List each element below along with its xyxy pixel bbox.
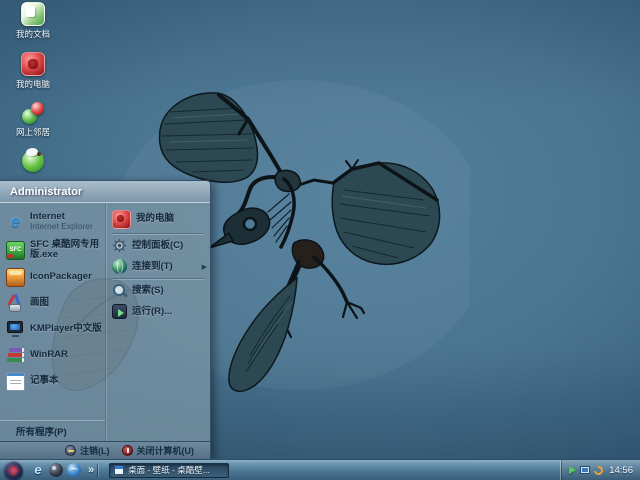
desktop-icon-column: 我的文档 我的电脑 网上邻居: [4, 2, 62, 175]
paint-icon: [6, 294, 25, 313]
window-icon: [114, 465, 124, 475]
iconpackager-icon: [6, 268, 25, 287]
menu-item-label: Internet: [30, 212, 93, 222]
menu-item-internet[interactable]: e Internet Internet Explorer: [0, 206, 105, 236]
taskbar-window-title: 桌面 - 壁纸 - 桌酷壁...: [128, 464, 210, 476]
desktop-icon-my-documents[interactable]: 我的文档: [4, 2, 62, 39]
taskbar-clock[interactable]: 14:56: [609, 465, 633, 476]
menu-item-label: IconPackager: [30, 272, 92, 282]
start-menu-footer: 注销(L) 关闭计算机(U): [0, 441, 210, 459]
menu-item-control-panel[interactable]: 控制面板(C): [106, 235, 210, 256]
menu-item-sublabel: Internet Explorer: [30, 222, 93, 231]
quick-launch-browser-icon[interactable]: [67, 463, 81, 477]
quick-launch-bar: e »: [31, 463, 94, 477]
menu-item-label: WinRAR: [30, 350, 68, 360]
taskbar-window-button[interactable]: 桌面 - 壁纸 - 桌酷壁...: [109, 463, 229, 478]
network-places-icon: [22, 102, 44, 124]
quick-launch-internet-explorer-icon[interactable]: e: [31, 463, 45, 477]
internet-explorer-icon: e: [6, 212, 25, 231]
shut-down-label: 关闭计算机(U): [137, 444, 195, 457]
menu-item-winrar[interactable]: WinRAR: [0, 342, 105, 368]
taskbar: e » 桌面 - 壁纸 - 桌酷壁... 14:56: [0, 459, 640, 480]
menu-item-my-computer[interactable]: 我的电脑: [106, 206, 210, 232]
desktop-icon-my-computer[interactable]: 我的电脑: [4, 52, 62, 89]
desktop-screen: { "desktop": { "icons": [ { "label": "我的…: [0, 0, 640, 480]
tray-status-icon[interactable]: [569, 466, 576, 474]
search-icon: [112, 283, 127, 298]
menu-divider: [112, 233, 204, 234]
menu-item-search[interactable]: 搜索(S): [106, 280, 210, 301]
start-menu: Administrator e Internet Internet Explor…: [0, 180, 211, 460]
start-menu-body: e Internet Internet Explorer SFC SFC 桌酷网…: [0, 203, 210, 441]
log-off-icon: [65, 445, 76, 456]
winrar-icon: [6, 346, 25, 365]
start-menu-right-column: 我的电脑 控制面板(C) 连接到(T) ▶ 搜索(S): [105, 203, 210, 441]
menu-item-iconpackager[interactable]: IconPackager: [0, 264, 105, 290]
recycle-bin-icon: [22, 150, 44, 172]
menu-item-label: 搜索(S): [132, 286, 164, 296]
taskbar-separator: [97, 464, 98, 477]
menu-item-label: 控制面板(C): [132, 241, 183, 251]
power-icon: [122, 445, 133, 456]
sfc-app-icon: SFC: [6, 241, 25, 260]
log-off-label: 注销(L): [80, 444, 110, 457]
log-off-button[interactable]: 注销(L): [65, 444, 110, 457]
menu-item-label: SFC 桌酷网专用版.exe: [30, 240, 102, 260]
my-computer-icon: [21, 52, 45, 76]
desktop-icon-recycle-bin[interactable]: [4, 150, 62, 175]
start-menu-left-column: e Internet Internet Explorer SFC SFC 桌酷网…: [0, 203, 105, 441]
menu-item-label: KMPlayer中文版: [30, 324, 102, 334]
tray-input-method-icon[interactable]: [592, 464, 605, 477]
system-tray: 14:56: [560, 460, 640, 480]
desktop-icon-label: 网上邻居: [16, 127, 50, 137]
my-documents-icon: [21, 2, 45, 26]
start-button[interactable]: [4, 461, 23, 480]
menu-item-label: 记事本: [30, 376, 59, 386]
menu-item-paint[interactable]: 画图: [0, 290, 105, 316]
all-programs-label: 所有程序(P): [16, 424, 67, 438]
quick-launch-overflow-chevron[interactable]: »: [88, 464, 94, 476]
menu-item-kmplayer[interactable]: KMPlayer中文版: [0, 316, 105, 342]
desktop-icon-network-places[interactable]: 网上邻居: [4, 102, 62, 137]
menu-item-label: 画图: [30, 298, 49, 308]
menu-item-notepad[interactable]: 记事本: [0, 368, 105, 394]
desktop-icon-label: 我的电脑: [16, 79, 50, 89]
menu-item-label: 我的电脑: [136, 214, 174, 224]
menu-divider: [112, 278, 204, 279]
tray-network-icon[interactable]: [580, 466, 590, 474]
user-name: Administrator: [10, 186, 82, 198]
quick-launch-media-player-icon[interactable]: [49, 463, 63, 477]
menu-item-run[interactable]: 运行(R)...: [106, 301, 210, 322]
control-panel-icon: [112, 238, 127, 253]
sfc-icon-text: SFC: [10, 247, 22, 253]
all-programs-button[interactable]: 所有程序(P): [0, 420, 105, 441]
shut-down-button[interactable]: 关闭计算机(U): [122, 444, 195, 457]
menu-item-label: 运行(R)...: [132, 307, 172, 317]
menu-item-connect-to[interactable]: 连接到(T) ▶: [106, 256, 210, 277]
desktop-icon-label: 我的文档: [16, 29, 50, 39]
menu-item-label: 连接到(T): [132, 262, 173, 272]
connect-to-icon: [112, 259, 127, 274]
kmplayer-icon: [6, 320, 25, 339]
notepad-icon: [6, 372, 25, 391]
menu-item-sfc[interactable]: SFC SFC 桌酷网专用版.exe: [0, 236, 105, 264]
my-computer-icon: [112, 210, 131, 229]
run-icon: [112, 304, 127, 319]
start-menu-user-banner: Administrator: [0, 181, 210, 203]
submenu-arrow-icon: ▶: [202, 263, 207, 271]
